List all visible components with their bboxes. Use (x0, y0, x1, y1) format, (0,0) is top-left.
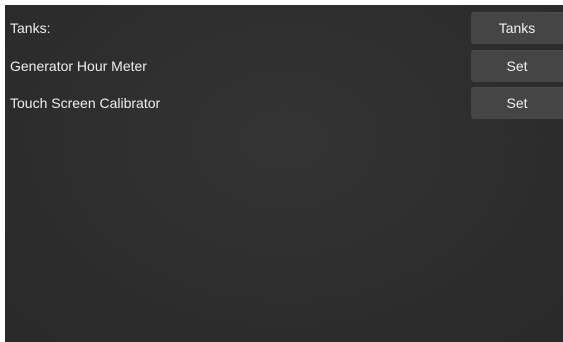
tanks-button[interactable]: Tanks (471, 12, 563, 44)
generator-hour-meter-label: Generator Hour Meter (10, 58, 147, 74)
settings-row-tanks: Tanks: Tanks (5, 12, 563, 44)
tanks-label: Tanks: (10, 20, 51, 36)
generator-hour-meter-set-button[interactable]: Set (471, 50, 563, 82)
settings-row-touch-screen-calibrator: Touch Screen Calibrator Set (5, 87, 563, 119)
touch-screen-calibrator-set-button[interactable]: Set (471, 87, 563, 119)
settings-screen: Tanks: Tanks Generator Hour Meter Set To… (5, 5, 563, 342)
settings-row-generator-hour-meter: Generator Hour Meter Set (5, 50, 563, 82)
touch-screen-calibrator-label: Touch Screen Calibrator (10, 95, 161, 111)
